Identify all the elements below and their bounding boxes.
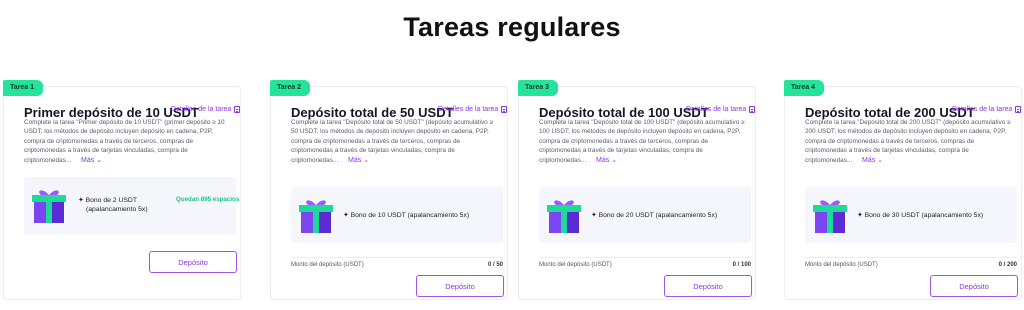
bonus-line-1: Bono de 2 USDT <box>85 197 137 204</box>
task-details-link[interactable]: Detalles de la tarea <box>686 106 756 113</box>
task-details-link[interactable]: Detalles de la tarea <box>438 106 508 113</box>
deposit-progress: Monto del depósito (USDT) 0 / 200 <box>805 257 1017 272</box>
task-details-link[interactable]: Detalles de la tarea <box>171 106 241 113</box>
task-card-3: Tarea 3 Depósito total de 100 USDT Detal… <box>518 80 756 300</box>
more-link[interactable]: Más ⌄ <box>596 157 617 164</box>
progress-value: 0 / 50 <box>487 262 503 268</box>
chevron-down-icon: ⌄ <box>96 156 103 164</box>
task-description: Complete la tarea "Depósito total de 50 … <box>291 118 499 165</box>
plus-icon: ✦ <box>591 212 597 219</box>
plus-icon: ✦ <box>343 212 349 219</box>
progress-value: 0 / 200 <box>998 262 1017 268</box>
deposit-button[interactable]: Depósito <box>149 251 237 273</box>
bonus-text: ✦ Bono de 30 USDT (apalancamiento 5x) <box>857 211 983 220</box>
more-link[interactable]: Más ⌄ <box>862 157 883 164</box>
more-label: Más <box>81 156 95 164</box>
bonus-label: Bono de 30 USDT (apalancamiento 5x) <box>864 212 984 219</box>
task-details-label: Detalles de la tarea <box>952 106 1013 113</box>
bonus-text: ✦ Bono de 2 USDT (apalancamiento 5x) <box>78 196 148 214</box>
bonus-line-2: (apalancamiento 5x) <box>86 206 148 213</box>
task-description-text: Complete la tarea "Depósito total de 200… <box>805 119 1011 164</box>
document-icon <box>749 106 756 113</box>
more-label: Más <box>862 156 876 164</box>
reward-box: ✦ Bono de 10 USDT (apalancamiento 5x) <box>291 187 503 243</box>
task-details-link[interactable]: Detalles de la tarea <box>952 106 1022 113</box>
reward-box: ✦ Bono de 20 USDT (apalancamiento 5x) <box>539 187 751 243</box>
task-card-4: Tarea 4 Depósito total de 200 USDT Detal… <box>784 80 1022 300</box>
bonus-text: ✦ Bono de 20 USDT (apalancamiento 5x) <box>591 211 717 220</box>
task-description: Complete la tarea "Primer depósito de 10… <box>24 118 232 165</box>
progress-label: Monto del depósito (USDT) <box>539 262 612 268</box>
reward-box: ✦ Bono de 2 USDT (apalancamiento 5x) Que… <box>24 177 240 235</box>
task-card-1: Tarea 1 Primer depósito de 10 USDT Detal… <box>3 80 241 300</box>
task-description-text: Complete la tarea "Depósito total de 100… <box>539 119 745 164</box>
task-badge: Tarea 4 <box>784 80 824 96</box>
page-title: Tareas regulares <box>403 12 621 42</box>
plus-icon: ✦ <box>857 212 863 219</box>
bonus-label: Bono de 20 USDT (apalancamiento 5x) <box>598 212 718 219</box>
reward-box: ✦ Bono de 30 USDT (apalancamiento 5x) <box>805 187 1017 243</box>
chevron-down-icon: ⌄ <box>611 156 618 164</box>
bonus-label: Bono de 10 USDT (apalancamiento 5x) <box>350 212 470 219</box>
deposit-button[interactable]: Depósito <box>930 275 1018 297</box>
more-link[interactable]: Más ⌄ <box>81 157 102 164</box>
task-badge: Tarea 3 <box>518 80 558 96</box>
gift-icon <box>813 200 847 233</box>
more-label: Más <box>596 156 610 164</box>
progress-label: Monto del depósito (USDT) <box>291 262 364 268</box>
task-card-2: Tarea 2 Depósito total de 50 USDT Detall… <box>270 80 508 300</box>
progress-value: 0 / 100 <box>732 262 751 268</box>
task-description: Complete la tarea "Depósito total de 200… <box>805 118 1013 165</box>
task-badge: Tarea 2 <box>270 80 310 96</box>
task-description: Complete la tarea "Depósito total de 100… <box>539 118 747 165</box>
gift-icon <box>547 200 581 233</box>
document-icon <box>234 106 241 113</box>
plus-icon: ✦ <box>78 197 84 204</box>
more-label: Más <box>348 156 362 164</box>
bonus-text: ✦ Bono de 10 USDT (apalancamiento 5x) <box>343 211 469 220</box>
more-link[interactable]: Más ⌄ <box>348 157 369 164</box>
task-details-label: Detalles de la tarea <box>686 106 747 113</box>
document-icon <box>1015 106 1022 113</box>
deposit-button[interactable]: Depósito <box>416 275 504 297</box>
deposit-progress: Monto del depósito (USDT) 0 / 100 <box>539 257 751 272</box>
gift-icon <box>32 190 66 223</box>
task-details-label: Detalles de la tarea <box>438 106 499 113</box>
deposit-button[interactable]: Depósito <box>664 275 752 297</box>
chevron-down-icon: ⌄ <box>363 156 370 164</box>
progress-label: Monto del depósito (USDT) <box>805 262 878 268</box>
gift-icon <box>299 200 333 233</box>
task-description-text: Complete la tarea "Depósito total de 50 … <box>291 119 493 164</box>
task-badge: Tarea 1 <box>3 80 43 96</box>
task-description-text: Complete la tarea "Primer depósito de 10… <box>24 119 225 164</box>
deposit-progress: Monto del depósito (USDT) 0 / 50 <box>291 257 503 272</box>
spots-remaining: Quedan 895 espacios <box>176 196 240 203</box>
task-details-label: Detalles de la tarea <box>171 106 232 113</box>
chevron-down-icon: ⌄ <box>877 156 884 164</box>
document-icon <box>501 106 508 113</box>
